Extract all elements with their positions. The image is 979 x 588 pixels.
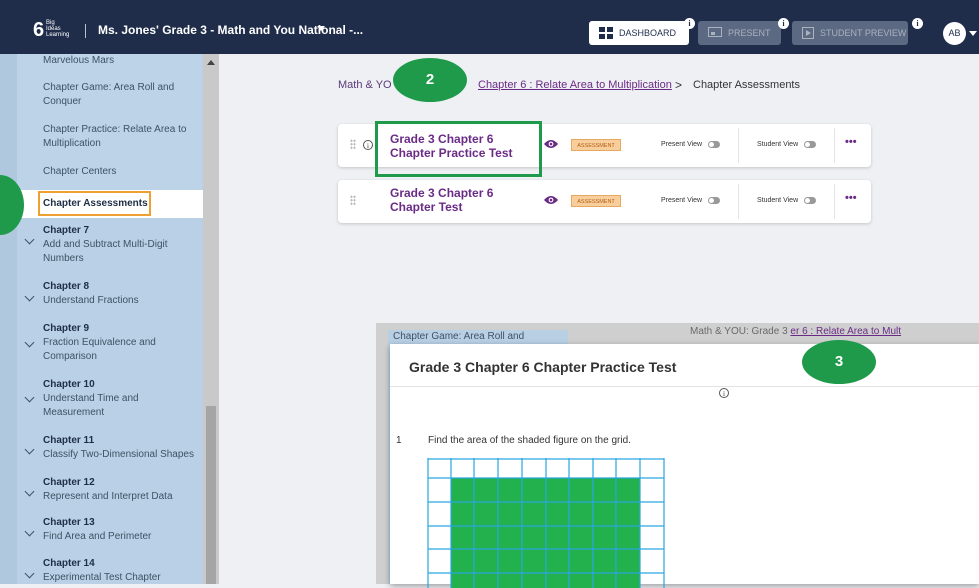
assessment-card[interactable]: Grade 3 Chapter 6 Chapter Test ASSESSMEN… xyxy=(338,180,871,223)
divider xyxy=(85,24,86,38)
modal-title: Grade 3 Chapter 6 Chapter Practice Test xyxy=(409,359,677,375)
divider xyxy=(390,386,979,387)
sidebar-chapter-10[interactable]: Chapter 10 Understand Time and Measuremen… xyxy=(43,378,201,420)
assessment-preview-modal: Grade 3 Chapter 6 Chapter Practice Test … xyxy=(390,344,979,588)
present-label: PRESENT xyxy=(728,28,771,38)
eye-icon[interactable] xyxy=(544,139,558,149)
question-text: Find the area of the shaded figure on th… xyxy=(428,435,631,446)
student-view-label: Student View xyxy=(757,141,799,148)
present-icon xyxy=(708,26,722,37)
info-icon[interactable]: i xyxy=(363,140,373,150)
sidebar-chapter-12[interactable]: Chapter 12 Represent and Interpret Data xyxy=(43,476,201,504)
breadcrumb-separator: > xyxy=(675,78,683,92)
info-icon[interactable]: i xyxy=(778,18,789,29)
callout-2: 2 xyxy=(393,58,467,102)
present-view-toggle[interactable] xyxy=(708,197,720,204)
present-button[interactable]: PRESENT xyxy=(698,21,781,45)
present-view-toggle[interactable] xyxy=(708,141,720,148)
info-icon[interactable]: i xyxy=(684,18,695,29)
chevron-down-icon[interactable] xyxy=(24,234,35,245)
breadcrumb-current: Chapter Assessments xyxy=(693,79,800,91)
breadcrumb-root[interactable]: Math & YO xyxy=(338,79,392,91)
callout-3: 3 xyxy=(802,340,876,384)
student-view-label: Student View xyxy=(757,197,799,204)
big-ideas-logo[interactable]: 6 Big Ideas Learning xyxy=(33,19,83,41)
more-options-icon[interactable]: ••• xyxy=(845,136,857,148)
info-icon[interactable]: i xyxy=(912,18,923,29)
present-view-label: Present View xyxy=(661,141,703,148)
divider xyxy=(834,184,835,219)
chevron-down-icon[interactable] xyxy=(24,291,35,302)
chevron-down-icon[interactable] xyxy=(969,31,977,36)
divider xyxy=(738,128,739,163)
dashboard-label: DASHBOARD xyxy=(619,28,677,38)
assessment-badge: ASSESSMENT xyxy=(571,139,621,151)
preview-breadcrumb: Math & YOU: Grade 3 er 6 : Relate Area t… xyxy=(690,326,902,337)
drag-handle-icon[interactable] xyxy=(350,139,356,149)
question-number: 1 xyxy=(396,435,402,446)
sidebar-item[interactable]: Chapter Game: Area Roll and Conquer xyxy=(43,81,201,109)
scroll-up-arrow-icon[interactable] xyxy=(207,60,215,65)
present-view-label: Present View xyxy=(661,197,703,204)
area-grid xyxy=(427,458,665,588)
breadcrumb-chapter-link[interactable]: Chapter 6 : Relate Area to Multiplicatio… xyxy=(478,79,672,91)
dashboard-button[interactable]: DASHBOARD xyxy=(589,21,689,45)
play-icon xyxy=(802,26,814,39)
chevron-down-icon[interactable] xyxy=(24,568,35,579)
more-options-icon[interactable]: ••• xyxy=(845,192,857,204)
sidebar-item-chapter-assessments[interactable]: Chapter Assessments xyxy=(43,198,148,210)
dashboard-icon xyxy=(599,26,613,39)
assessment-badge: ASSESSMENT xyxy=(571,195,621,207)
sidebar-item[interactable]: Chapter Centers xyxy=(43,165,201,179)
sidebar: Marvelous Mars Chapter Game: Area Roll a… xyxy=(0,54,219,584)
logo-mark: 6 xyxy=(33,19,45,41)
sidebar-chapter-13[interactable]: Chapter 13 Find Area and Perimeter xyxy=(43,516,201,544)
chevron-down-icon[interactable] xyxy=(317,26,325,31)
drag-handle-icon[interactable] xyxy=(350,195,356,205)
avatar[interactable]: AB xyxy=(943,22,966,45)
divider xyxy=(738,184,739,219)
student-view-toggle[interactable] xyxy=(804,141,816,148)
sidebar-scroll-thumb[interactable] xyxy=(206,406,216,584)
chevron-down-icon[interactable] xyxy=(24,486,35,497)
chevron-down-icon[interactable] xyxy=(24,337,35,348)
sidebar-chapter-8[interactable]: Chapter 8 Understand Fractions xyxy=(43,280,201,308)
chevron-down-icon[interactable] xyxy=(24,526,35,537)
sidebar-item[interactable]: Chapter Practice: Relate Area to Multipl… xyxy=(43,123,201,151)
sidebar-chapter-11[interactable]: Chapter 11 Classify Two-Dimensional Shape… xyxy=(43,434,201,462)
info-icon[interactable]: i xyxy=(719,388,729,398)
chevron-down-icon[interactable] xyxy=(24,444,35,455)
sidebar-chapter-9[interactable]: Chapter 9 Fraction Equivalence and Compar… xyxy=(43,322,201,364)
highlight-box xyxy=(375,121,542,177)
logo-text: Big Ideas Learning xyxy=(46,20,70,38)
sidebar-edge xyxy=(0,54,17,584)
divider xyxy=(834,128,835,163)
sidebar-chapter-7[interactable]: Chapter 7 Add and Subtract Multi-Digit Nu… xyxy=(43,224,201,266)
eye-icon[interactable] xyxy=(544,195,558,205)
sidebar-chapter-14[interactable]: Chapter 14 Experimental Test Chapter xyxy=(43,557,201,584)
student-view-toggle[interactable] xyxy=(804,197,816,204)
student-preview-label: STUDENT PREVIEW xyxy=(820,28,907,38)
chevron-down-icon[interactable] xyxy=(24,392,35,403)
preview-sidebar-text: Chapter Game: Area Roll and xyxy=(393,331,525,342)
card-title[interactable]: Grade 3 Chapter 6 Chapter Test xyxy=(390,186,500,214)
sidebar-item[interactable]: Marvelous Mars xyxy=(43,54,201,68)
student-preview-button[interactable]: STUDENT PREVIEW xyxy=(792,21,908,45)
top-bar: 6 Big Ideas Learning Ms. Jones' Grade 3 - … xyxy=(0,0,979,54)
